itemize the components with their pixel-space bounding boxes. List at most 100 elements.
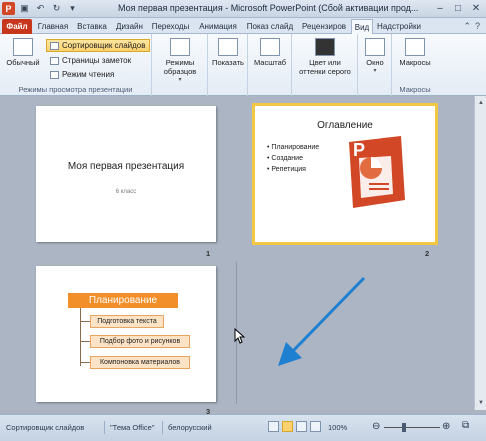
group-color-grayscale: Цвет или оттенки серого — [292, 34, 358, 96]
reading-view-label: Режим чтения — [62, 70, 115, 79]
annotation-arrow-icon — [278, 276, 366, 366]
tab-file[interactable]: Файл — [2, 19, 32, 34]
zoom-in-icon[interactable]: ⊕ — [442, 421, 450, 432]
minimize-ribbon-icon[interactable]: ⌃ — [463, 21, 471, 32]
zoom-label: Масштаб — [253, 58, 287, 67]
minimize-icon[interactable]: – — [432, 1, 448, 15]
zoom-button[interactable]: Масштаб — [250, 38, 290, 67]
notes-page-icon — [50, 56, 59, 65]
notes-page-label: Страницы заметок — [62, 56, 132, 65]
status-view-name: Сортировщик слайдов — [6, 423, 85, 432]
zoom-magnifier-icon — [260, 38, 280, 56]
window-icon — [365, 38, 385, 56]
zoom-slider-track[interactable] — [384, 427, 440, 428]
master-views-button[interactable]: Режимы образцов ▾ — [160, 38, 200, 85]
show-button[interactable]: Показать — [210, 38, 246, 67]
maximize-icon[interactable]: □ — [450, 1, 466, 15]
close-icon[interactable]: ✕ — [468, 1, 484, 15]
color-grayscale-button[interactable]: Цвет или оттенки серого — [295, 38, 355, 76]
scroll-down-icon[interactable]: ▼ — [476, 398, 486, 408]
svg-text:P: P — [353, 140, 365, 160]
vertical-scrollbar[interactable]: ▲ ▼ — [474, 96, 486, 410]
status-separator — [162, 421, 163, 434]
customize-toolbar-icon[interactable]: ▾ — [66, 2, 79, 15]
show-icon — [218, 38, 238, 56]
slide-sorter-status-button[interactable] — [282, 421, 293, 432]
slideshow-status-button[interactable] — [310, 421, 321, 432]
group-presentation-views: Обычный Сортировщик слайдов Страницы зам… — [0, 34, 152, 96]
slide-number-1: 1 — [206, 249, 211, 258]
color-grayscale-icon — [315, 38, 335, 56]
slide-number-2: 2 — [425, 249, 430, 258]
status-separator — [104, 421, 105, 434]
connector-line — [80, 341, 90, 342]
slide-thumbnail-1[interactable]: Моя первая презентация 6 класс — [36, 106, 216, 242]
fit-to-window-icon[interactable]: ⧉ — [462, 420, 469, 431]
window-controls: – □ ✕ — [432, 1, 484, 15]
status-language[interactable]: белорусский — [168, 423, 212, 432]
zoom-out-icon[interactable]: ⊖ — [372, 421, 380, 432]
reading-view-status-button[interactable] — [296, 421, 307, 432]
group-macros: Макросы Макросы — [392, 34, 438, 96]
help-icon[interactable]: ? — [475, 21, 480, 32]
tab-transitions[interactable]: Переходы — [148, 19, 193, 34]
slide-2-title: Оглавление — [317, 120, 373, 131]
normal-view-label: Обычный — [6, 58, 40, 67]
group-window: Окно ▾ — [358, 34, 392, 96]
save-icon[interactable]: ▣ — [18, 2, 31, 15]
macros-icon — [405, 38, 425, 56]
slide-thumbnail-2[interactable]: Оглавление Планирование Создание Репетиц… — [252, 103, 438, 245]
tab-home[interactable]: Главная — [34, 19, 72, 34]
tab-animations[interactable]: Анимация — [194, 19, 242, 34]
slide-3-item: Подготовка текста — [90, 315, 164, 328]
reading-view-icon — [50, 70, 59, 79]
window-button[interactable]: Окно ▾ — [360, 38, 390, 76]
slide-2-bullet: Планирование — [267, 142, 319, 153]
normal-view-status-button[interactable] — [268, 421, 279, 432]
tab-addins[interactable]: Надстройки — [374, 19, 424, 34]
group-presentation-views-label: Режимы просмотра презентации — [18, 85, 133, 94]
status-bar: Сортировщик слайдов "Тема Office" белору… — [0, 414, 486, 441]
normal-view-button[interactable]: Обычный — [6, 38, 40, 67]
slide-thumbnail-3[interactable]: Планирование Подготовка текста Подбор фо… — [36, 266, 216, 402]
window-label: Окно — [366, 58, 384, 67]
tab-review[interactable]: Рецензиров — [298, 19, 350, 34]
reading-view-button[interactable]: Режим чтения — [50, 70, 114, 79]
powerpoint-app-icon[interactable]: P — [2, 2, 15, 15]
scroll-up-icon[interactable]: ▲ — [476, 98, 486, 108]
status-theme[interactable]: "Тема Office" — [110, 423, 155, 432]
ribbon: Обычный Сортировщик слайдов Страницы зам… — [0, 34, 486, 96]
window-title: Моя первая презентация - Microsoft Power… — [118, 3, 419, 13]
tab-design[interactable]: Дизайн — [112, 19, 147, 34]
macros-button[interactable]: Макросы — [395, 38, 435, 67]
undo-icon[interactable]: ↶ — [34, 2, 47, 15]
tab-slideshow[interactable]: Показ слайд — [243, 19, 297, 34]
color-grayscale-label: Цвет или оттенки серого — [299, 58, 351, 76]
tab-view[interactable]: Вид — [351, 19, 373, 34]
chevron-down-icon: ▾ — [178, 77, 182, 83]
group-macros-label: Макросы — [399, 85, 431, 94]
zoom-level[interactable]: 100% — [328, 423, 347, 432]
master-views-label: Режимы образцов — [163, 58, 197, 76]
redo-icon[interactable]: ↻ — [50, 2, 63, 15]
notes-page-button[interactable]: Страницы заметок — [50, 56, 131, 65]
tab-bar-icons: ⌃ ? — [463, 21, 480, 32]
connector-line — [80, 321, 90, 322]
mouse-cursor-icon — [234, 328, 246, 344]
quick-access-toolbar: P ▣ ↶ ↻ ▾ — [2, 2, 79, 15]
normal-view-icon — [13, 38, 33, 56]
group-zoom: Масштаб — [248, 34, 292, 96]
master-views-icon — [170, 38, 190, 56]
slide-1-subtitle: 6 класс — [115, 189, 137, 195]
slide-3-item: Подбор фото и рисунков — [90, 335, 190, 348]
tab-insert[interactable]: Вставка — [73, 19, 111, 34]
macros-label: Макросы — [399, 58, 431, 67]
slide-sorter-label: Сортировщик слайдов — [62, 41, 146, 50]
zoom-slider-thumb[interactable] — [402, 423, 406, 432]
slide-2-bullet: Репетиция — [267, 164, 319, 175]
slide-sorter-button[interactable]: Сортировщик слайдов — [46, 39, 150, 52]
slide-2-bullet: Создание — [267, 153, 319, 164]
show-label: Показать — [212, 58, 244, 67]
ribbon-tabs: Файл Главная Вставка Дизайн Переходы Ани… — [0, 18, 486, 34]
title-bar: P ▣ ↶ ↻ ▾ Моя первая презентация - Micro… — [0, 0, 486, 18]
